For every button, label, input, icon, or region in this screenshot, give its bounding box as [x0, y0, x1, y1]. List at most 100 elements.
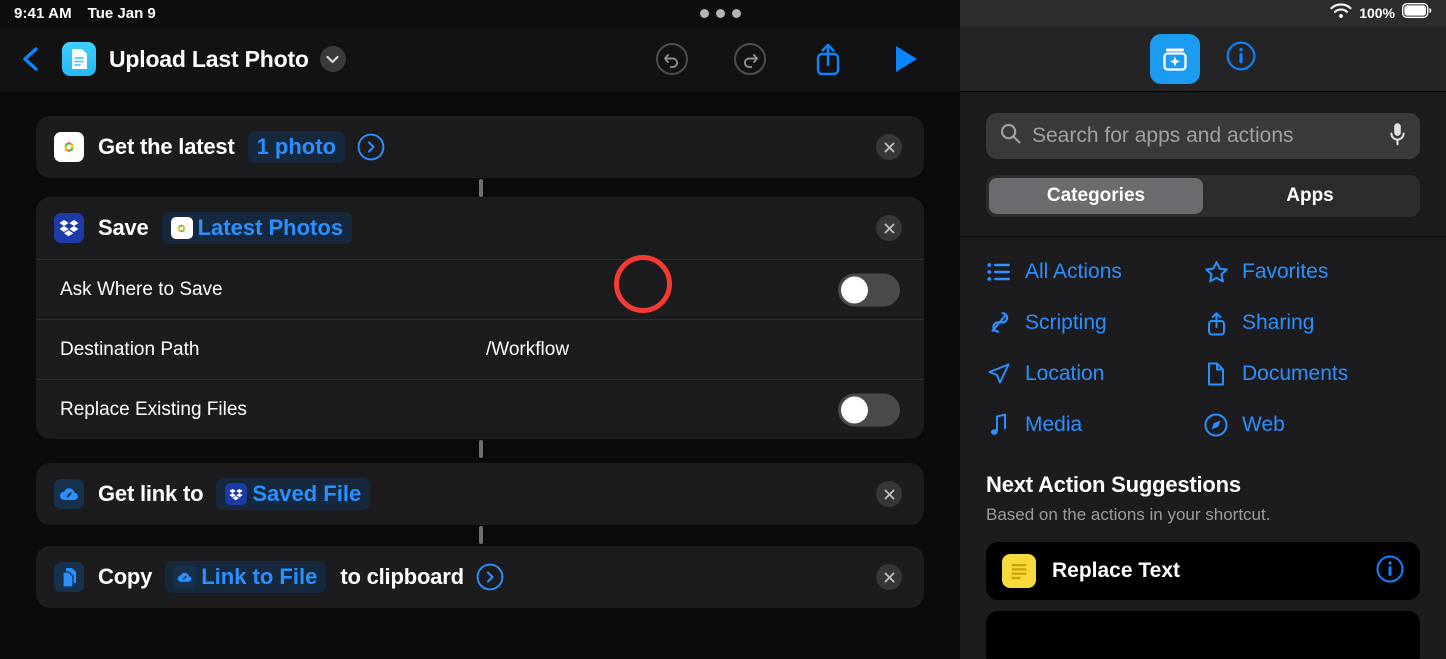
action-parameter-pill[interactable]: 1 photo	[247, 131, 346, 163]
scripting-icon	[986, 310, 1012, 336]
parameter-row-replace-existing-files[interactable]: Replace Existing Files	[36, 379, 924, 439]
category-item-favorites[interactable]: Favorites	[1203, 259, 1420, 285]
category-item-all-actions[interactable]: All Actions	[986, 259, 1203, 285]
chevron-right-circle-icon[interactable]	[476, 563, 504, 591]
library-toolbar	[960, 26, 1446, 92]
ask-where-to-save-toggle[interactable]	[838, 273, 900, 306]
action-trailing-label: to clipboard	[340, 564, 464, 589]
shortcut-canvas: Get the latest 1 photo Save Latest Photo…	[0, 92, 960, 659]
chevron-down-icon[interactable]	[319, 46, 346, 72]
suggestion-card-replace-text[interactable]: Replace Text	[986, 542, 1420, 600]
suggestion-label: Replace Text	[1052, 559, 1180, 582]
list-bullet-icon	[986, 259, 1012, 285]
editor-toolbar: Upload Last Photo	[0, 26, 960, 92]
status-bar-date: Tue Jan 9	[87, 4, 156, 22]
battery-percent-label: 100%	[1359, 5, 1395, 21]
tab-apps[interactable]: Apps	[1203, 178, 1417, 214]
action-label: Copy	[98, 564, 153, 589]
action-row[interactable]: Get the latest 1 photo	[36, 116, 924, 178]
star-icon	[1203, 259, 1229, 285]
shortcuts-editor-window: 9:41 AM Tue Jan 9 Upload Last Photo Get …	[0, 0, 1446, 659]
multitasking-dots-icon[interactable]	[700, 9, 741, 18]
action-parameter-pill[interactable]: Latest Photos	[161, 212, 353, 244]
library-body: Search for apps and actions Categories A…	[960, 113, 1446, 659]
suggestions-subheading: Based on the actions in your shortcut.	[986, 505, 1271, 524]
action-parameter-pill[interactable]: Saved File	[216, 478, 371, 510]
compass-icon	[1203, 412, 1229, 438]
parameter-label: Destination Path	[60, 338, 200, 360]
category-item-media[interactable]: Media	[986, 412, 1203, 438]
category-label: Location	[1025, 362, 1105, 385]
tab-categories[interactable]: Categories	[989, 178, 1203, 214]
action-connector	[479, 179, 483, 197]
play-icon[interactable]	[889, 42, 923, 76]
category-label: Documents	[1242, 362, 1349, 385]
pill-label: Saved File	[252, 481, 362, 506]
delete-action-button[interactable]	[876, 481, 902, 507]
action-parameter-pill[interactable]: Link to File	[165, 561, 327, 593]
battery-full-icon	[1401, 2, 1432, 23]
photos-app-icon	[170, 217, 193, 239]
parameter-row-destination-path[interactable]: Destination Path /Workflow	[36, 319, 924, 379]
category-label: Favorites	[1242, 260, 1329, 283]
action-card-get-link-to-file[interactable]: Get link to Saved File	[36, 463, 924, 525]
action-library-icon[interactable]	[1150, 33, 1200, 84]
parameter-label: Replace Existing Files	[60, 398, 247, 420]
status-bar-right: 100%	[960, 0, 1446, 26]
search-input[interactable]: Search for apps and actions	[986, 113, 1420, 159]
replace-existing-files-toggle[interactable]	[838, 393, 900, 426]
info-circle-icon[interactable]	[1376, 555, 1404, 588]
cloud-link-icon	[174, 566, 197, 588]
action-connector	[479, 526, 483, 544]
toolbar-actions	[655, 26, 923, 92]
action-row[interactable]: Copy Link to File to clipboard	[36, 546, 924, 608]
category-item-location[interactable]: Location	[986, 361, 1203, 387]
category-item-scripting[interactable]: Scripting	[986, 310, 1203, 336]
delete-action-button[interactable]	[876, 134, 902, 160]
pill-label: Latest Photos	[197, 215, 344, 240]
search-placeholder: Search for apps and actions	[1032, 124, 1294, 147]
dropbox-app-icon	[225, 483, 248, 505]
pill-label: Link to File	[201, 564, 318, 589]
copy-document-icon	[54, 562, 84, 592]
pill-label: 1 photo	[256, 134, 337, 159]
document-shortcut-icon	[62, 42, 96, 76]
shortcut-editor-pane: 9:41 AM Tue Jan 9 Upload Last Photo Get …	[0, 0, 960, 659]
category-label: Sharing	[1242, 311, 1315, 334]
parameter-row-ask-where-to-save[interactable]: Ask Where to Save	[36, 259, 924, 319]
chevron-right-circle-icon[interactable]	[357, 133, 385, 161]
category-item-web[interactable]: Web	[1203, 412, 1420, 438]
action-library-pane: 100% Search for apps and actions Categor…	[960, 0, 1446, 659]
share-icon[interactable]	[811, 42, 845, 76]
chevron-left-icon[interactable]	[14, 42, 48, 76]
library-segmented-control[interactable]: Categories Apps	[986, 175, 1420, 217]
action-row[interactable]: Get link to Saved File	[36, 463, 924, 525]
category-label: Media	[1025, 413, 1083, 436]
action-card-copy-to-clipboard[interactable]: Copy Link to File to clipboard	[36, 546, 924, 608]
document-icon	[1203, 361, 1229, 387]
delete-action-button[interactable]	[876, 564, 902, 590]
cloud-link-icon	[54, 479, 84, 509]
microphone-icon[interactable]	[1389, 122, 1406, 151]
wifi-icon	[1330, 3, 1352, 24]
category-grid: All Actions Favorites Scripting Sharing …	[986, 259, 1420, 438]
status-bar: 9:41 AM Tue Jan 9	[0, 0, 960, 26]
action-connector	[479, 440, 483, 458]
action-row[interactable]: Save Latest Photos	[36, 197, 924, 259]
category-item-documents[interactable]: Documents	[1203, 361, 1420, 387]
delete-action-button[interactable]	[876, 215, 902, 241]
share-icon	[1203, 310, 1229, 336]
cursor-ring-indicator	[614, 255, 672, 313]
action-card-get-latest-photos[interactable]: Get the latest 1 photo	[36, 116, 924, 178]
category-item-sharing[interactable]: Sharing	[1203, 310, 1420, 336]
action-card-save-to-dropbox[interactable]: Save Latest Photos Ask Where to Save Des…	[36, 197, 924, 439]
search-icon	[1000, 123, 1021, 149]
text-lines-icon	[1002, 554, 1036, 588]
suggestion-card-partial[interactable]	[986, 611, 1420, 659]
status-bar-time: 9:41 AM	[14, 4, 72, 22]
destination-path-field[interactable]: /Workflow	[486, 339, 569, 361]
section-divider	[960, 236, 1446, 237]
redo-icon[interactable]	[733, 42, 767, 76]
undo-icon[interactable]	[655, 42, 689, 76]
info-circle-icon[interactable]	[1226, 41, 1256, 76]
